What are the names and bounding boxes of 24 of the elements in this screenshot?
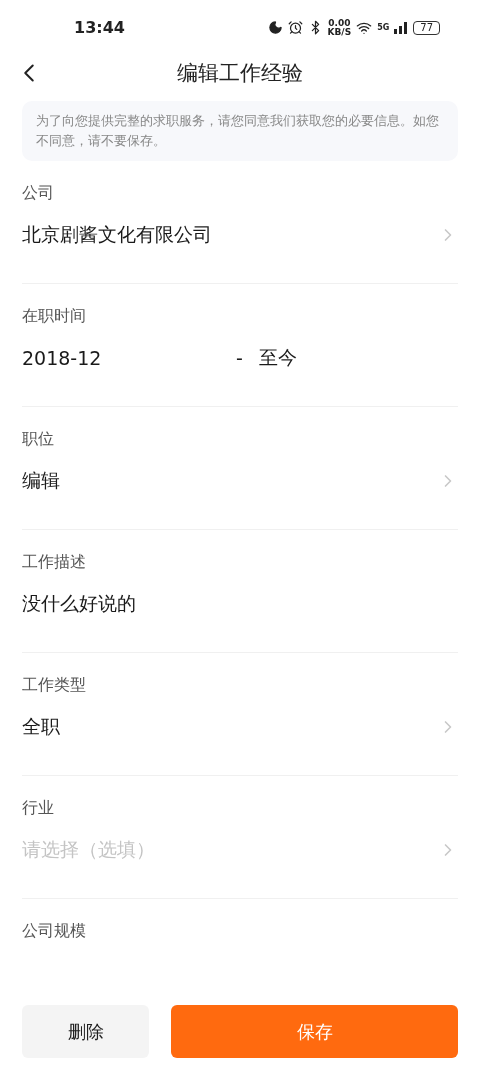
field-value[interactable]: 北京剧酱文化有限公司 xyxy=(22,222,438,248)
delete-button[interactable]: 删除 xyxy=(22,1005,149,1058)
start-date[interactable]: 2018-12 xyxy=(22,347,236,369)
field-label: 工作描述 xyxy=(22,552,86,573)
field-value: 没什么好说的 xyxy=(22,591,137,616)
field-value[interactable]: 编辑 xyxy=(22,468,438,494)
field-label: 公司规模 xyxy=(22,921,86,942)
range-separator: - xyxy=(236,347,243,369)
network-type: 5G xyxy=(377,23,390,32)
field-label: 公司 xyxy=(22,183,54,204)
page-title: 编辑工作经验 xyxy=(177,60,303,87)
field-label: 在职时间 xyxy=(22,306,86,327)
battery-level: 77 xyxy=(413,20,440,35)
field-label: 工作类型 xyxy=(22,675,86,696)
status-time: 13:44 xyxy=(74,18,126,37)
signal-icon xyxy=(394,21,409,34)
field-label: 行业 xyxy=(22,798,54,819)
alarm-icon xyxy=(287,20,303,35)
end-date[interactable]: 至今 xyxy=(258,345,297,371)
moon-icon xyxy=(267,20,283,35)
field-label: 职位 xyxy=(22,429,54,450)
privacy-notice: 为了向您提供完整的求职服务，请您同意我们获取您的必要信息。如您不同意，请不要保存。 xyxy=(22,101,458,161)
field-value[interactable]: 全职 xyxy=(22,714,438,740)
network-speed: 0.00 KB/S xyxy=(327,18,352,37)
